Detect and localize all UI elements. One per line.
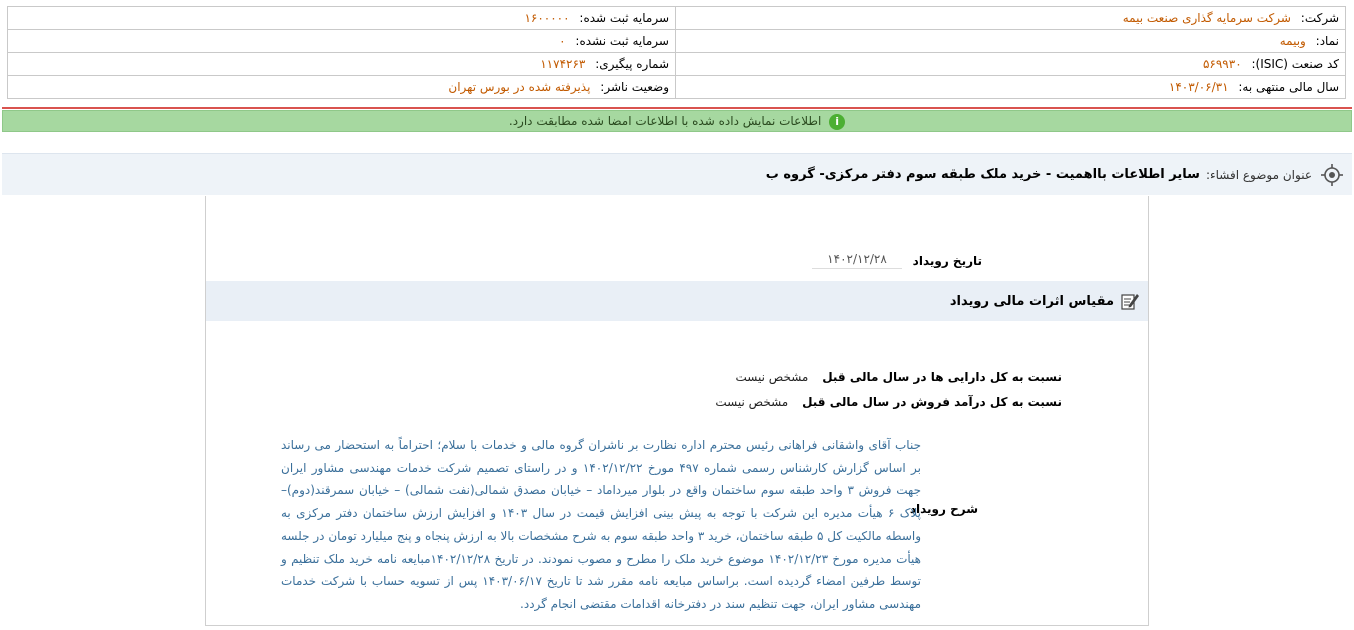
- publisher-status-label: وضعیت ناشر:: [600, 80, 669, 94]
- financial-impact-header: مقیاس اثرات مالی رویداد: [206, 281, 1148, 321]
- isic-value: ۵۶۹۹۳۰: [1202, 57, 1242, 71]
- tracking-cell: شماره پیگیری: ۱۱۷۴۲۶۳: [7, 52, 676, 76]
- company-label: شرکت:: [1300, 11, 1339, 25]
- isic-cell: کد صنعت (ISIC): ۵۶۹۹۳۰: [675, 52, 1346, 76]
- symbol-value[interactable]: وبیمه: [1280, 34, 1306, 48]
- publisher-status-value: پذیرفته شده در بورس تهران: [448, 80, 591, 94]
- isic-label: کد صنعت (ISIC):: [1251, 57, 1339, 71]
- tracking-value: ۱۱۷۴۲۶۳: [540, 57, 586, 71]
- info-row: نماد: وبیمه سرمایه ثبت نشده: ۰: [7, 29, 1346, 53]
- info-row: شرکت: شرکت سرمایه گذاری صنعت بیمه سرمایه…: [7, 6, 1346, 30]
- event-date-value: ۱۴۰۲/۱۲/۲۸: [812, 252, 902, 269]
- subject-bar: عنوان موضوع افشاء: سایر اطلاعات بااهمیت …: [2, 153, 1352, 195]
- fiscal-year-cell: سال مالی منتهی به: ۱۴۰۳/۰۶/۳۱: [675, 75, 1346, 99]
- event-content-panel: تاریخ رویداد ۱۴۰۲/۱۲/۲۸ مقیاس اثرات مالی…: [205, 196, 1149, 626]
- notice-text: اطلاعات نمایش داده شده با اطلاعات امضا ش…: [508, 114, 822, 128]
- registered-capital-value: ۱۶۰۰۰۰۰: [524, 11, 570, 25]
- event-description-text: جناب آقای واشقانی فراهانی رئیس محترم ادا…: [281, 438, 922, 611]
- header-separator: [2, 107, 1352, 109]
- subject-label: عنوان موضوع افشاء:: [1205, 167, 1312, 182]
- revenue-ratio-value: مشخص نیست: [715, 395, 789, 409]
- subject-title: سایر اطلاعات بااهمیت - خرید ملک طبقه سوم…: [765, 167, 1200, 182]
- unregistered-capital-value: ۰: [559, 34, 566, 48]
- publisher-status-cell: وضعیت ناشر: پذیرفته شده در بورس تهران: [7, 75, 676, 99]
- revenue-ratio-label: نسبت به کل درآمد فروش در سال مالی قبل: [802, 395, 1062, 409]
- unregistered-capital-label: سرمایه ثبت نشده:: [575, 34, 669, 48]
- edit-note-icon: [1121, 294, 1139, 310]
- tracking-label: شماره پیگیری:: [595, 57, 669, 71]
- financial-impact-title: مقیاس اثرات مالی رویداد: [949, 293, 1114, 309]
- company-cell: شرکت: شرکت سرمایه گذاری صنعت بیمه: [675, 6, 1346, 30]
- fiscal-year-label: سال مالی منتهی به:: [1238, 80, 1339, 94]
- symbol-label: نماد:: [1315, 34, 1339, 48]
- revenue-ratio-row: نسبت به کل درآمد فروش در سال مالی قبل مش…: [715, 395, 1062, 409]
- target-icon: [1321, 163, 1343, 186]
- symbol-cell: نماد: وبیمه: [675, 29, 1346, 53]
- assets-ratio-row: نسبت به کل دارایی ها در سال مالی قبل مشخ…: [736, 370, 1062, 384]
- registered-capital-label: سرمایه ثبت شده:: [579, 11, 669, 25]
- assets-ratio-value: مشخص نیست: [735, 370, 809, 384]
- event-date-label: تاریخ رویداد: [912, 254, 982, 268]
- fiscal-year-value: ۱۴۰۳/۰۶/۳۱: [1168, 80, 1229, 94]
- signature-match-notice: i اطلاعات نمایش داده شده با اطلاعات امضا…: [2, 110, 1352, 132]
- info-icon: i: [829, 113, 846, 130]
- info-row: کد صنعت (ISIC): ۵۶۹۹۳۰ شماره پیگیری: ۱۱۷…: [7, 52, 1346, 76]
- company-info-table: شرکت: شرکت سرمایه گذاری صنعت بیمه سرمایه…: [7, 6, 1346, 99]
- info-row: سال مالی منتهی به: ۱۴۰۳/۰۶/۳۱ وضعیت ناشر…: [7, 75, 1346, 99]
- unregistered-capital-cell: سرمایه ثبت نشده: ۰: [7, 29, 676, 53]
- assets-ratio-label: نسبت به کل دارایی ها در سال مالی قبل: [822, 370, 1062, 384]
- registered-capital-cell: سرمایه ثبت شده: ۱۶۰۰۰۰۰: [7, 6, 676, 30]
- company-value[interactable]: شرکت سرمایه گذاری صنعت بیمه: [1123, 11, 1291, 25]
